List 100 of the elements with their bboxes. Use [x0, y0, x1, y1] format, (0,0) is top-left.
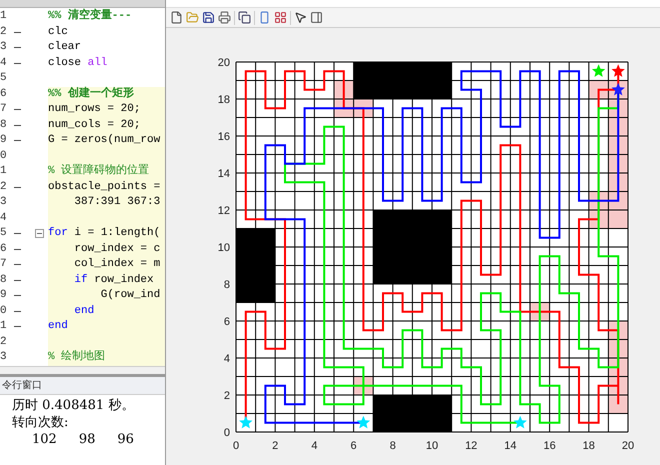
line-number: 5	[0, 73, 8, 84]
x-tick-label: 8	[390, 440, 396, 452]
executable-line-dash	[14, 47, 21, 48]
code-line: clc	[48, 26, 68, 38]
executable-line-dash	[14, 109, 21, 110]
line-number: 1	[0, 11, 8, 22]
code-line: num_rows = 20;	[48, 104, 140, 116]
star-icon	[592, 64, 606, 77]
x-tick-label: 16	[543, 440, 556, 452]
code-line: row_index = c	[73, 244, 160, 255]
code-line: clear	[48, 42, 82, 54]
line-number: 6	[0, 88, 8, 100]
line-number: 4	[0, 58, 8, 69]
line-number: 2	[0, 26, 8, 38]
star-icon	[239, 416, 252, 428]
line-number: 8	[0, 274, 8, 286]
star-icon	[356, 416, 370, 428]
property-panel-icon[interactable]	[310, 11, 323, 24]
executable-line-dash	[14, 32, 21, 33]
line-number: 1	[0, 321, 8, 332]
executable-line-dash	[14, 264, 21, 266]
code-line: end	[48, 321, 68, 332]
output-value: 96	[117, 430, 134, 448]
code-line: col_index = m	[73, 259, 160, 270]
y-tick-label: 4	[224, 353, 230, 365]
x-tick-label: 14	[504, 440, 517, 452]
save-icon[interactable]	[202, 11, 215, 24]
executable-line-dash	[14, 140, 21, 142]
executable-line-dash	[14, 326, 21, 328]
code-line: %% 清空变量---	[48, 11, 132, 22]
x-tick-label: 6	[350, 440, 357, 452]
executable-line-dash	[14, 124, 21, 126]
output-value: 102	[32, 430, 57, 448]
code-line: close all	[48, 58, 108, 69]
code-line: G(row_ind	[100, 290, 160, 302]
line-number: 3	[0, 352, 8, 364]
line-number: 6	[0, 244, 8, 255]
y-tick-label: 2	[224, 390, 230, 402]
code-line: %% 创建一个矩形	[48, 88, 134, 100]
star-icon	[514, 416, 527, 428]
line-number: 7	[0, 104, 8, 116]
legend-icon[interactable]	[274, 11, 287, 24]
x-tick-label: 0	[232, 440, 240, 452]
code-line: obstacle_points =	[48, 182, 160, 193]
fold-minus-icon[interactable]	[34, 229, 44, 238]
line-number: 0	[0, 150, 8, 162]
executable-line-dash	[14, 233, 21, 234]
splitter[interactable]	[0, 366, 165, 376]
y-tick-label: 20	[218, 57, 230, 69]
x-tick-label: 10	[426, 440, 438, 452]
y-tick-label: 12	[218, 205, 230, 217]
line-number: 2	[0, 182, 8, 193]
code-line: for i = 1:length(	[48, 228, 160, 240]
code-line: num_cols = 20;	[48, 120, 140, 131]
executable-line-dash	[14, 62, 21, 64]
line-number: 3	[0, 42, 8, 54]
x-tick-label: 18	[582, 440, 595, 452]
line-number: 9	[0, 135, 8, 146]
executable-line-dash	[14, 280, 21, 281]
x-tick-label: 20	[622, 440, 634, 452]
new-file-icon[interactable]	[170, 11, 183, 24]
line-number: 9	[0, 290, 8, 302]
line-number: 5	[0, 228, 8, 240]
code-line: % 绘制地图	[48, 352, 106, 364]
line-number: 3	[0, 197, 8, 208]
output-text: 转向次数:	[12, 414, 70, 430]
colorbar-icon[interactable]	[258, 11, 271, 24]
executable-line-dash	[14, 310, 21, 312]
y-tick-label: 18	[218, 94, 230, 106]
copy-icon[interactable]	[238, 11, 251, 24]
x-tick-label: 4	[311, 440, 318, 452]
x-tick-label: 2	[272, 440, 278, 452]
line-number: 1	[0, 166, 8, 178]
star-icon	[612, 64, 625, 77]
executable-line-dash	[14, 295, 21, 296]
y-tick-label: 6	[224, 316, 230, 328]
code-line: 387:391 367:3	[73, 197, 160, 208]
line-number: 4	[0, 212, 8, 224]
code-line: end	[73, 306, 94, 317]
line-number: 8	[0, 120, 8, 131]
pointer-icon[interactable]	[294, 11, 307, 24]
print-icon[interactable]	[218, 11, 231, 24]
star-icon	[612, 82, 625, 96]
line-number: 7	[0, 259, 8, 270]
output-value: 98	[78, 430, 96, 448]
y-tick-label: 14	[218, 168, 230, 180]
y-tick-label: 0	[224, 427, 230, 439]
y-tick-label: 16	[218, 131, 230, 143]
executable-line-dash	[14, 248, 21, 250]
command-window-title: 令行窗口	[1, 378, 43, 392]
y-tick-label: 8	[224, 279, 230, 291]
line-number: 2	[0, 336, 8, 348]
x-tick-label: 12	[465, 440, 478, 452]
line-number: 0	[0, 306, 8, 317]
code-line: if row_index	[73, 274, 154, 286]
code-line: G = zeros(num_row	[48, 135, 160, 146]
output-text: 历时 0.408481 秒。	[12, 396, 136, 414]
code-line: % 设置障碍物的位置	[48, 166, 150, 178]
executable-line-dash	[14, 186, 21, 188]
y-tick-label: 10	[218, 242, 230, 254]
